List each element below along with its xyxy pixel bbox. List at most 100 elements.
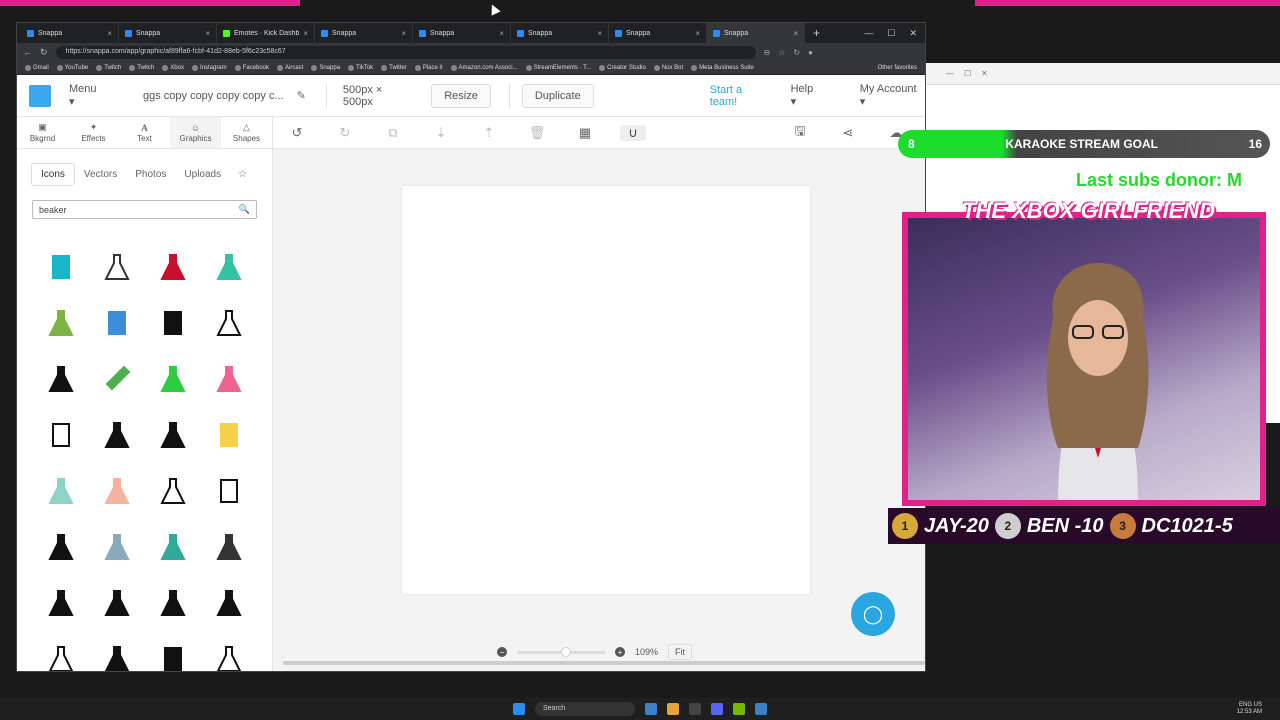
magnet-icon[interactable]: ∪ xyxy=(620,124,646,141)
minimize-icon[interactable]: — xyxy=(946,69,954,78)
send-backward-icon[interactable]: ⇣ xyxy=(417,125,465,141)
icon-result[interactable] xyxy=(145,519,201,575)
icon-result[interactable] xyxy=(201,631,257,671)
tool-graphics[interactable]: ☺ Graphics xyxy=(170,117,221,148)
icon-search-input[interactable]: beaker 🔍 xyxy=(32,200,257,219)
search-icon[interactable]: 🔍 xyxy=(239,204,250,215)
close-tab-icon[interactable]: × xyxy=(695,29,700,38)
nvidia-icon[interactable] xyxy=(733,703,745,715)
icon-result[interactable] xyxy=(89,463,145,519)
document-name[interactable]: ggs copy copy copy copy c... xyxy=(143,90,293,102)
favorite-star-icon[interactable]: ☆ xyxy=(778,48,785,57)
edge-icon[interactable] xyxy=(645,703,657,715)
tool-text[interactable]: A Text xyxy=(119,117,170,148)
bookmark-item[interactable]: Creator Studio xyxy=(599,64,646,71)
icon-result[interactable] xyxy=(201,295,257,351)
artboard[interactable] xyxy=(402,186,810,594)
icon-result[interactable] xyxy=(201,351,257,407)
trash-icon[interactable]: 🗑 xyxy=(513,125,561,141)
subtab-photos[interactable]: Photos xyxy=(126,164,175,185)
maximize-icon[interactable]: ☐ xyxy=(964,69,971,78)
icon-result[interactable] xyxy=(89,575,145,631)
pencil-icon[interactable]: ✎ xyxy=(297,89,306,102)
tool-effects[interactable]: ✦ Effects xyxy=(68,117,119,148)
minimize-icon[interactable]: — xyxy=(864,28,873,39)
copy-icon[interactable]: ⧉ xyxy=(369,125,417,141)
icon-result[interactable] xyxy=(145,351,201,407)
browser-tab[interactable]: Snappa × xyxy=(413,23,511,43)
browser-tab[interactable]: Snappa × xyxy=(609,23,707,43)
bookmark-item[interactable]: Instagram xyxy=(191,64,227,71)
start-team-link[interactable]: Start a team! xyxy=(710,84,773,108)
zoom-in-icon[interactable]: + xyxy=(615,647,625,657)
bookmark-item[interactable]: Twitch xyxy=(129,64,154,71)
icon-result[interactable] xyxy=(89,407,145,463)
duplicate-button[interactable]: Duplicate xyxy=(521,83,594,108)
icon-result[interactable] xyxy=(33,239,89,295)
icon-result[interactable] xyxy=(145,239,201,295)
account-menu[interactable]: My Account ▾ xyxy=(860,83,925,108)
icon-result[interactable] xyxy=(33,463,89,519)
icon-result[interactable] xyxy=(33,407,89,463)
bookmark-item[interactable]: Facebook xyxy=(234,64,269,71)
language-indicator[interactable]: ENG US xyxy=(1237,702,1262,709)
close-tab-icon[interactable]: × xyxy=(303,29,308,38)
icon-result[interactable] xyxy=(33,519,89,575)
close-tab-icon[interactable]: × xyxy=(107,29,112,38)
fit-button[interactable]: Fit xyxy=(668,644,693,660)
bookmark-item[interactable]: Amazon.com Associ... xyxy=(450,64,518,71)
bookmark-item[interactable]: Meta Business Suite xyxy=(691,64,754,71)
icon-result[interactable] xyxy=(201,407,257,463)
redo-icon[interactable]: ↻ xyxy=(321,125,369,141)
chrome-icon[interactable] xyxy=(667,703,679,715)
terminal-icon[interactable] xyxy=(689,703,701,715)
save-icon[interactable]: 🖫 xyxy=(776,122,824,144)
back-icon[interactable]: ← xyxy=(23,47,32,57)
refresh-icon[interactable]: ↻ xyxy=(793,48,800,57)
icon-result[interactable] xyxy=(145,575,201,631)
close-icon[interactable]: ✕ xyxy=(981,69,988,78)
snappa-logo[interactable] xyxy=(29,84,51,107)
icon-result[interactable] xyxy=(201,519,257,575)
tool-bkgrnd[interactable]: ▣ Bkgrnd xyxy=(17,117,68,148)
url-field[interactable]: https://snappa.com/app/graphic/af89ffa6-… xyxy=(55,45,756,59)
close-tab-icon[interactable]: × xyxy=(205,29,210,38)
icon-result[interactable] xyxy=(89,519,145,575)
app-icon[interactable] xyxy=(755,703,767,715)
windows-start-icon[interactable] xyxy=(513,703,525,715)
maximize-icon[interactable]: ☐ xyxy=(887,28,895,39)
icon-result[interactable] xyxy=(145,407,201,463)
bookmark-item[interactable]: StreamElements · T... xyxy=(525,64,591,71)
resize-button[interactable]: Resize xyxy=(431,83,491,108)
browser-tab[interactable]: Snappa × xyxy=(21,23,119,43)
browser-tab[interactable]: Emotes · Kick Dashboard× xyxy=(217,23,315,43)
close-tab-icon[interactable]: × xyxy=(597,29,602,38)
tool-shapes[interactable]: △ Shapes xyxy=(221,117,272,148)
icon-result[interactable] xyxy=(89,631,145,671)
subtab-icons[interactable]: Icons xyxy=(31,163,75,186)
zoom-out-icon[interactable]: − xyxy=(497,647,507,657)
profile-icon[interactable]: ● xyxy=(808,48,813,57)
undo-icon[interactable]: ↺ xyxy=(273,125,321,141)
icon-result[interactable] xyxy=(33,295,89,351)
icon-result[interactable] xyxy=(145,463,201,519)
bookmark-item[interactable]: TikTok xyxy=(348,64,373,71)
clock-time[interactable]: 12:53 AM xyxy=(1237,709,1262,716)
bookmark-item[interactable]: Gmail xyxy=(25,64,49,71)
grid-icon[interactable]: ▦ xyxy=(561,125,609,141)
bookmark-item[interactable]: Twitch xyxy=(96,64,121,71)
subtab-uploads[interactable]: Uploads xyxy=(175,164,230,185)
refresh-icon[interactable]: ↻ xyxy=(40,47,48,58)
icon-result[interactable] xyxy=(145,631,201,671)
browser-tab-active[interactable]: Snappa × xyxy=(707,23,805,43)
subtab-vectors[interactable]: Vectors xyxy=(75,164,126,185)
new-tab-button[interactable]: + xyxy=(805,26,828,40)
taskbar-search[interactable]: Search xyxy=(535,702,635,716)
horizontal-scrollbar[interactable] xyxy=(283,661,925,665)
browser-tab[interactable]: Snappa × xyxy=(119,23,217,43)
icon-result[interactable] xyxy=(33,575,89,631)
browser-tab[interactable]: Snappa × xyxy=(315,23,413,43)
browser-tab[interactable]: Snappa × xyxy=(511,23,609,43)
close-tab-icon[interactable]: × xyxy=(793,29,798,38)
favorites-star-icon[interactable]: ☆ xyxy=(238,169,247,180)
